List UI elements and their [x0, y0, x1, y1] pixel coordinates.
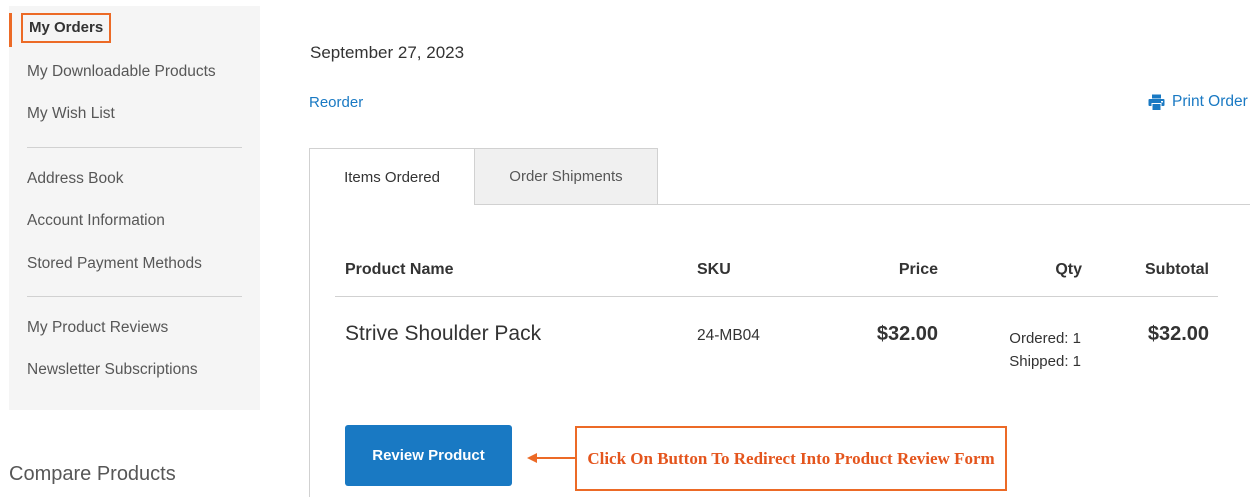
sidebar-divider — [27, 147, 242, 148]
sidebar-item-address-book[interactable]: Address Book — [27, 170, 124, 188]
product-sku: 24-MB04 — [697, 327, 760, 344]
order-date: September 27, 2023 — [310, 43, 465, 62]
account-sidebar: My Orders My Downloadable Products My Wi… — [9, 6, 260, 410]
sidebar-item-product-reviews[interactable]: My Product Reviews — [27, 319, 168, 337]
sidebar-item-downloadable-products[interactable]: My Downloadable Products — [27, 63, 216, 81]
printer-icon — [1148, 94, 1165, 111]
active-indicator — [9, 13, 12, 47]
tab-items-ordered[interactable]: Items Ordered — [309, 148, 475, 205]
column-header-qty: Qty — [1055, 261, 1082, 278]
sidebar-item-account-information[interactable]: Account Information — [27, 212, 165, 230]
column-header-subtotal: Subtotal — [1145, 261, 1209, 278]
sidebar-item-newsletter-subscriptions[interactable]: Newsletter Subscriptions — [27, 361, 198, 379]
column-header-product-name: Product Name — [345, 261, 454, 278]
product-subtotal: $32.00 — [1147, 323, 1209, 345]
qty-ordered: Ordered: 1 — [1009, 330, 1081, 347]
sidebar-item-stored-payment-methods[interactable]: Stored Payment Methods — [27, 255, 202, 273]
reorder-link[interactable]: Reorder — [309, 94, 363, 111]
product-price: $32.00 — [876, 323, 938, 345]
column-header-sku: SKU — [697, 261, 731, 278]
tab-order-shipments[interactable]: Order Shipments — [474, 148, 658, 205]
annotation-callout: Click On Button To Redirect Into Product… — [575, 426, 1007, 491]
product-qty: Ordered: 1 Shipped: 1 — [1009, 327, 1081, 373]
print-order-link[interactable]: Print Order — [1148, 93, 1248, 111]
sidebar-item-my-orders[interactable]: My Orders — [21, 13, 112, 43]
sidebar-item-wish-list[interactable]: My Wish List — [27, 105, 115, 123]
product-name: Strive Shoulder Pack — [345, 322, 542, 345]
annotation-arrow-icon — [527, 453, 575, 463]
sidebar-divider — [27, 296, 242, 297]
review-product-button[interactable]: Review Product — [345, 425, 512, 486]
compare-products-title: Compare Products — [9, 463, 176, 485]
qty-shipped: Shipped: 1 — [1009, 353, 1081, 370]
print-order-label: Print Order — [1172, 93, 1248, 110]
column-header-price: Price — [898, 261, 938, 278]
table-header-divider — [335, 296, 1218, 297]
